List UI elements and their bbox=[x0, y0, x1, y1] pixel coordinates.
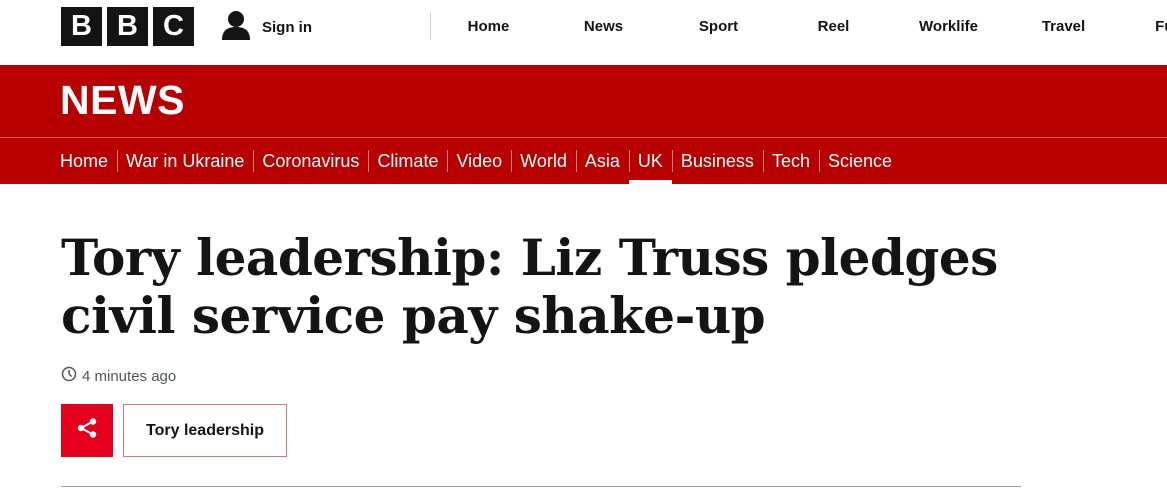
global-nav-worklife[interactable]: Worklife bbox=[891, 0, 1006, 52]
share-button[interactable] bbox=[61, 404, 113, 457]
global-nav-home[interactable]: Home bbox=[431, 0, 546, 52]
user-icon bbox=[220, 10, 252, 45]
global-nav-future[interactable]: Future bbox=[1121, 0, 1167, 52]
article-headline: Tory leadership: Liz Truss pledges civil… bbox=[61, 228, 998, 345]
section-nav-asia[interactable]: Asia bbox=[575, 138, 629, 184]
section-nav-uk[interactable]: UK bbox=[628, 138, 672, 184]
section-nav: Home War in Ukraine Coronavirus Climate … bbox=[60, 138, 901, 184]
timestamp-text: 4 minutes ago bbox=[82, 367, 177, 385]
article-timestamp: 4 minutes ago bbox=[61, 366, 176, 386]
share-icon bbox=[76, 417, 98, 444]
bbc-logo[interactable]: B B C bbox=[61, 7, 194, 46]
section-nav-video[interactable]: Video bbox=[447, 138, 511, 184]
section-nav-tech[interactable]: Tech bbox=[762, 138, 819, 184]
global-nav-travel[interactable]: Travel bbox=[1006, 0, 1121, 52]
global-nav-reel[interactable]: Reel bbox=[776, 0, 891, 52]
news-wordmark[interactable]: NEWS bbox=[60, 77, 185, 124]
section-nav-climate[interactable]: Climate bbox=[368, 138, 447, 184]
bbc-logo-letter: B bbox=[107, 7, 148, 46]
article-divider bbox=[61, 486, 1021, 487]
sign-in-link[interactable]: Sign in bbox=[220, 10, 312, 45]
section-nav-science[interactable]: Science bbox=[818, 138, 901, 184]
section-nav-home[interactable]: Home bbox=[60, 138, 117, 184]
section-nav-world[interactable]: World bbox=[511, 138, 576, 184]
global-header: B B C Sign in Home News Sport Reel Workl… bbox=[0, 0, 1167, 64]
section-nav-war-in-ukraine[interactable]: War in Ukraine bbox=[117, 138, 253, 184]
clock-icon bbox=[61, 366, 77, 386]
global-nav-news[interactable]: News bbox=[546, 0, 661, 52]
bbc-logo-letter: B bbox=[61, 7, 102, 46]
section-nav-business[interactable]: Business bbox=[671, 138, 763, 184]
sign-in-label: Sign in bbox=[262, 19, 312, 36]
global-nav: Home News Sport Reel Worklife Travel Fut… bbox=[431, 0, 1167, 52]
topic-tag-link[interactable]: Tory leadership bbox=[123, 404, 287, 457]
global-nav-sport[interactable]: Sport bbox=[661, 0, 776, 52]
section-nav-coronavirus[interactable]: Coronavirus bbox=[253, 138, 368, 184]
bbc-logo-letter: C bbox=[153, 7, 194, 46]
news-banner: NEWS Home War in Ukraine Coronavirus Cli… bbox=[0, 65, 1167, 184]
